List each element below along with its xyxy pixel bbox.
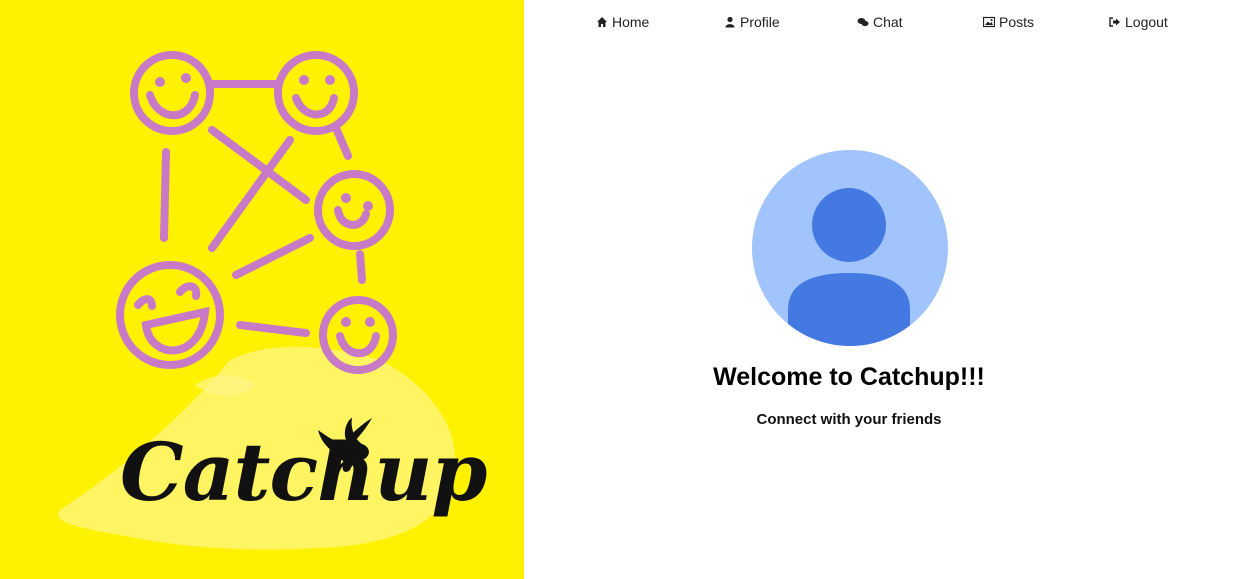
- brand-panel: Catchup: [0, 0, 524, 579]
- default-avatar-icon: [752, 150, 948, 346]
- smiley-face-1: [130, 51, 214, 135]
- smiley-face-3: [314, 170, 394, 250]
- page: Catchup Home Profile Chat Posts Logout W…: [0, 0, 1248, 579]
- welcome-subtitle: Connect with your friends: [756, 411, 942, 428]
- smiley-face-2: [274, 51, 358, 135]
- catchup-logo-text: Catchup: [120, 425, 487, 519]
- welcome-title: Welcome to Catchup!!!: [713, 363, 985, 391]
- main-content: Welcome to Catchup!!! Connect with your …: [524, 0, 1248, 579]
